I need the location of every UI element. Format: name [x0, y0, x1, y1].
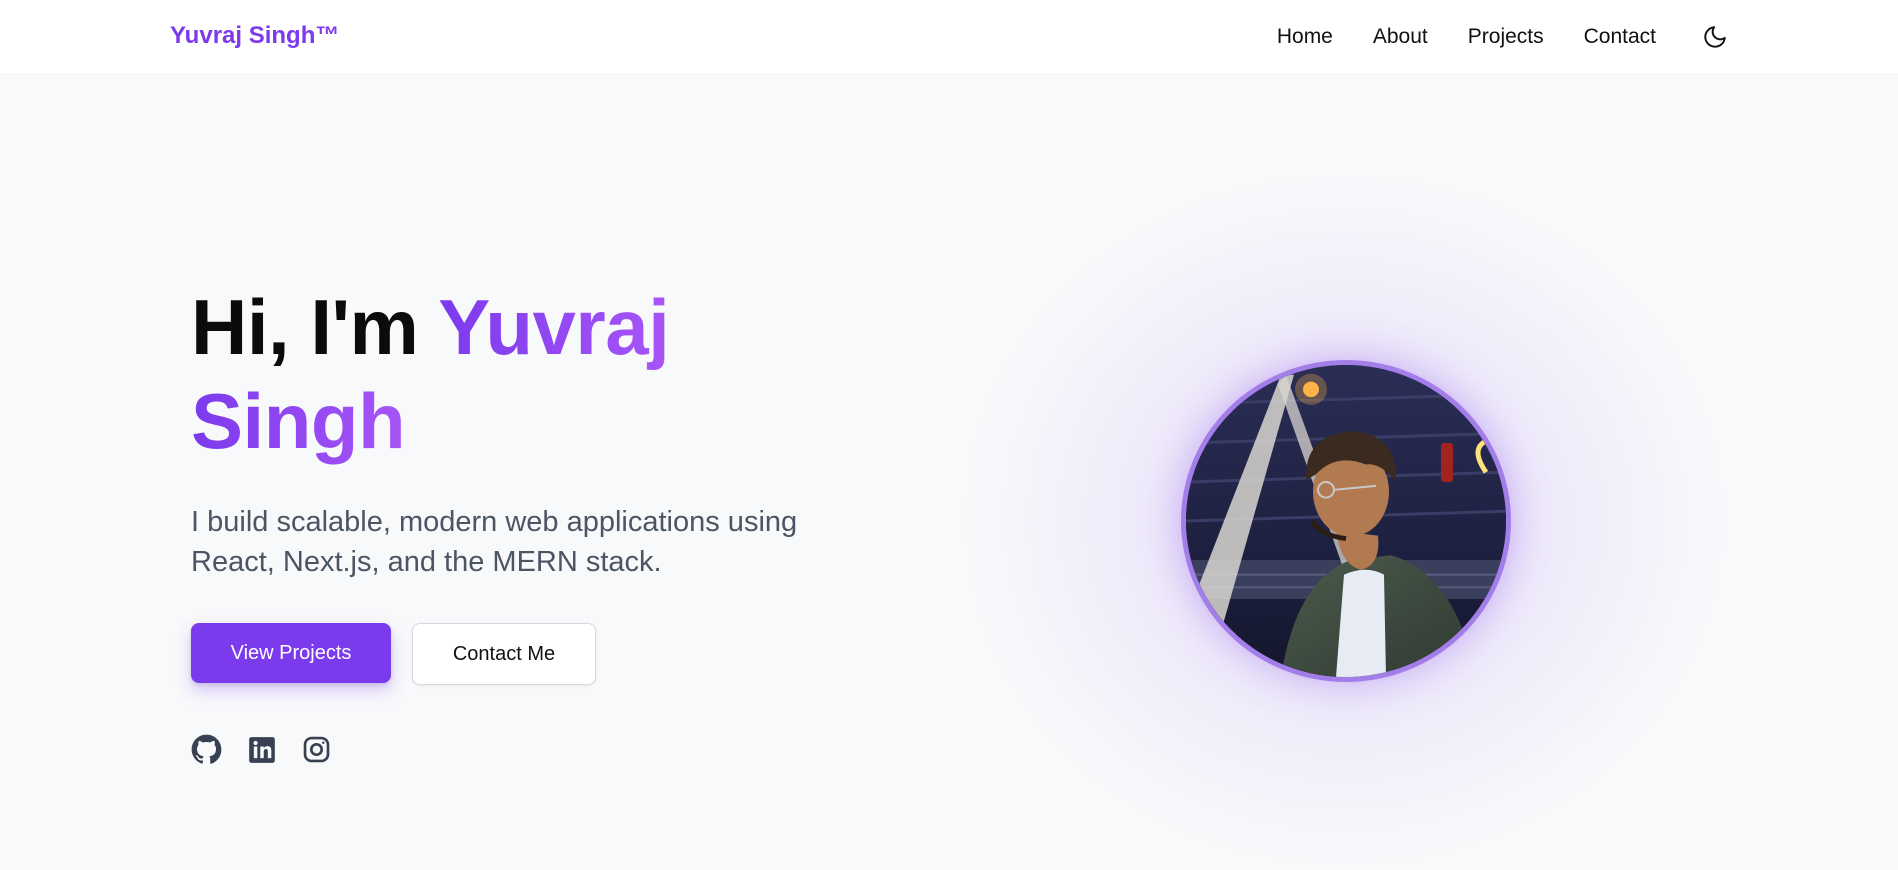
nav-links: Home About Projects Contact: [1277, 20, 1732, 54]
cta-buttons: View Projects Contact Me: [191, 623, 596, 685]
github-icon: [191, 734, 222, 764]
linkedin-icon: [248, 736, 275, 763]
linkedin-link[interactable]: [246, 734, 277, 765]
instagram-link[interactable]: [301, 734, 332, 765]
instagram-icon: [303, 736, 330, 763]
hero-name-first: Yuvraj: [438, 283, 670, 371]
nav-link-about[interactable]: About: [1373, 25, 1428, 49]
theme-toggle-button[interactable]: [1698, 20, 1732, 54]
social-links: [191, 734, 356, 765]
hero-title: Hi, I'm Yuvraj Singh: [191, 280, 891, 468]
github-link[interactable]: [191, 734, 222, 765]
brand-logo[interactable]: Yuvraj Singh™: [170, 22, 339, 50]
hero-subtitle: I build scalable, modern web application…: [191, 506, 798, 578]
profile-photo: [1181, 360, 1511, 682]
hero-greeting: Hi, I'm: [191, 283, 439, 371]
moon-icon: [1704, 26, 1726, 48]
nav-link-contact[interactable]: Contact: [1584, 25, 1656, 49]
view-projects-button[interactable]: View Projects: [191, 623, 391, 683]
nav-link-home[interactable]: Home: [1277, 25, 1333, 49]
hero-text: Hi, I'm Yuvraj Singh I build scalable, m…: [191, 280, 891, 582]
navbar: Yuvraj Singh™ Home About Projects Contac…: [0, 0, 1898, 75]
profile-photo-illustration: [1186, 365, 1506, 677]
contact-me-button[interactable]: Contact Me: [412, 623, 596, 685]
nav-link-projects[interactable]: Projects: [1468, 25, 1544, 49]
hero-name-last: Singh: [191, 377, 406, 465]
